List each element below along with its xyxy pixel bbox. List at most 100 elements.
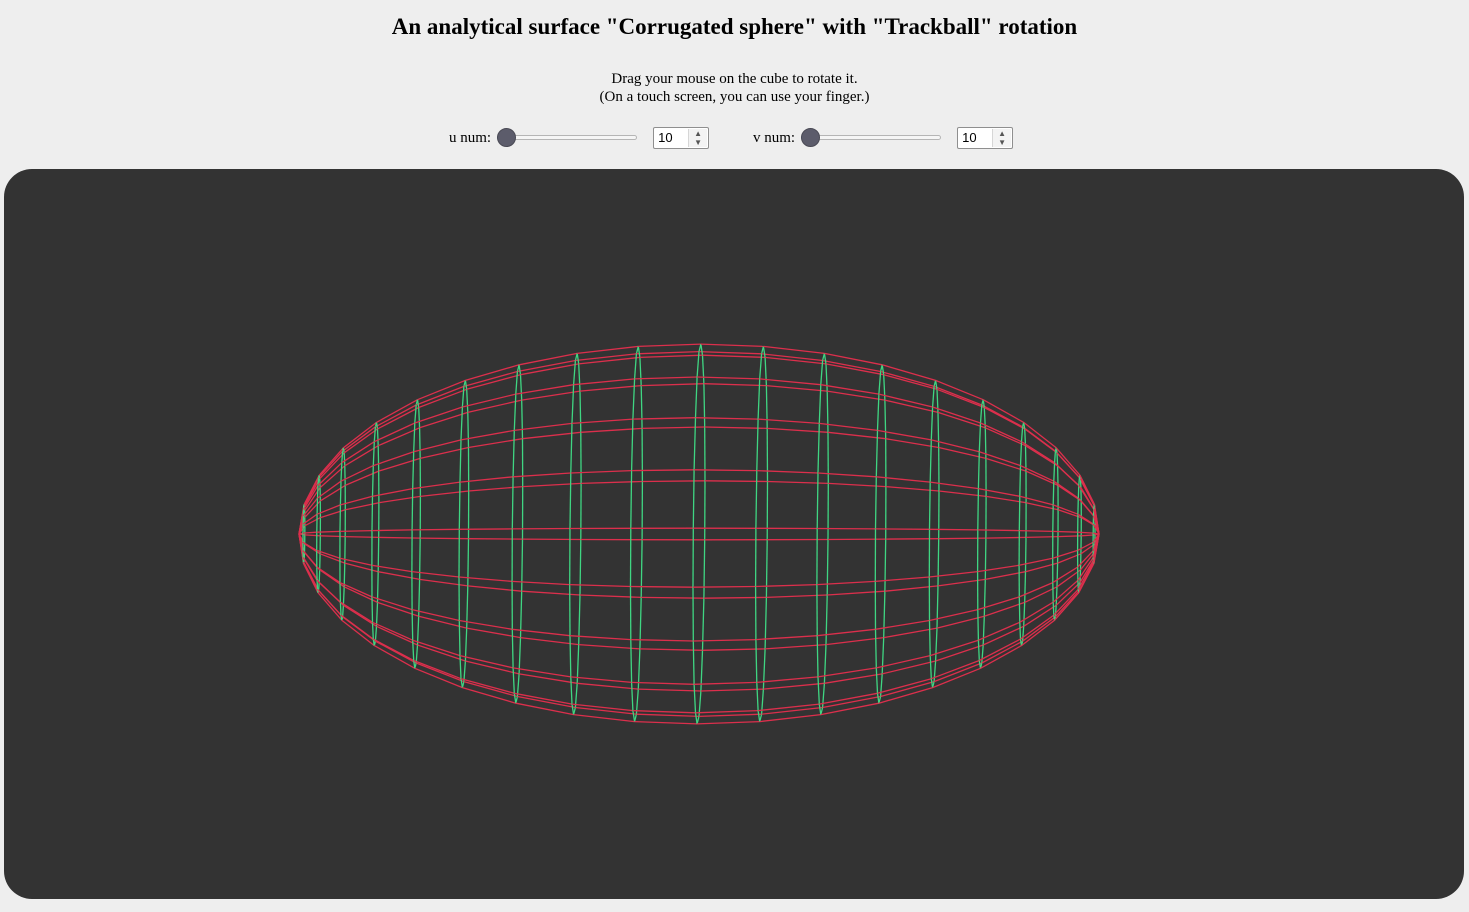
wireframe-u-edge xyxy=(817,667,877,678)
wireframe-u-edge xyxy=(573,378,635,386)
wireframe-u-edge xyxy=(371,529,413,532)
wireframe-u-edge xyxy=(756,469,819,474)
wireframe-u-edge xyxy=(932,406,981,424)
wireframe-v-edge xyxy=(981,644,984,664)
wireframe-u-edge xyxy=(467,585,522,592)
wireframe-v-edge xyxy=(825,363,828,392)
wireframe-u-edge xyxy=(316,530,341,533)
wireframe-v-edge xyxy=(1024,571,1027,603)
spin-down-icon[interactable]: ▼ xyxy=(993,138,1011,147)
wireframe-u-edge xyxy=(375,640,417,664)
wireframe-v-edge xyxy=(513,394,517,431)
wireframe-v-edge xyxy=(460,678,464,688)
wireframe-v-edge xyxy=(823,353,827,364)
u-slider-track xyxy=(497,135,638,140)
wireframe-v-edge xyxy=(571,384,575,424)
wireframe-u-edge xyxy=(339,529,373,533)
wireframe-u-edge xyxy=(938,537,986,540)
wireframe-u-edge xyxy=(885,485,940,492)
spin-up-icon[interactable]: ▲ xyxy=(993,129,1011,138)
wireframe-v-edge xyxy=(372,441,375,466)
u-slider-thumb[interactable] xyxy=(497,128,517,147)
wireframe-u-edge xyxy=(1055,447,1081,476)
wireframe-v-edge xyxy=(512,667,515,694)
wireframe-u-edge xyxy=(462,393,516,408)
wireframe-v-edge xyxy=(977,609,980,641)
wireframe-v-edge xyxy=(1053,462,1056,482)
wireframe-v-edge xyxy=(571,704,575,715)
wireframe-u-edge xyxy=(1024,586,1058,603)
wireframe-u-edge xyxy=(340,465,374,482)
wireframe-u-edge xyxy=(413,659,462,680)
wireframe-v-edge xyxy=(1018,496,1021,531)
wireframe-v-edge xyxy=(879,673,883,697)
wireframe-u-edge xyxy=(692,585,756,588)
wireframe-u-edge xyxy=(521,390,581,401)
wireframe-v-edge xyxy=(632,378,636,420)
wireframe-v-edge xyxy=(762,346,766,358)
wireframe-u-edge xyxy=(937,411,986,429)
wireframe-v-edge xyxy=(513,693,517,704)
u-num-slider[interactable] xyxy=(497,126,638,150)
wireframe-u-edge xyxy=(412,528,460,531)
wireframe-v-edge xyxy=(416,616,420,646)
wireframe-u-edge xyxy=(522,482,582,488)
v-slider-thumb[interactable] xyxy=(801,128,821,147)
wireframe-u-edge xyxy=(1022,616,1056,642)
wireframe-u-edge xyxy=(700,688,764,692)
wireframe-v-edge xyxy=(937,538,940,586)
corrugated-sphere-wireframe[interactable] xyxy=(4,169,1464,899)
wireframe-v-edge xyxy=(762,648,766,690)
wireframe-u-edge xyxy=(376,625,418,646)
wireframe-u-edge xyxy=(758,703,820,712)
wireframe-u-edge xyxy=(317,588,342,616)
wireframe-v-edge xyxy=(765,385,768,429)
wireframe-u-edge xyxy=(700,343,764,348)
u-num-input[interactable]: 10 ▲ ▼ xyxy=(653,127,710,149)
wireframe-u-edge xyxy=(932,667,981,689)
wireframe-v-edge xyxy=(933,660,937,682)
wireframe-v-edge xyxy=(630,470,633,529)
wireframe-u-edge xyxy=(816,580,876,586)
wireframe-u-edge xyxy=(828,482,886,488)
wireframe-v-edge xyxy=(630,419,634,471)
wireframe-v-edge xyxy=(693,684,697,713)
u-num-spinner[interactable]: ▲ ▼ xyxy=(688,129,708,147)
v-num-input[interactable]: 10 ▲ ▼ xyxy=(957,127,1014,149)
wireframe-u-edge xyxy=(931,659,980,680)
wireframe-v-edge xyxy=(703,539,706,599)
spin-down-icon[interactable]: ▼ xyxy=(689,138,707,147)
wireframe-u-edge xyxy=(698,713,762,718)
wireframe-u-edge xyxy=(882,364,936,382)
wireframe-u-edge xyxy=(631,681,695,685)
wireframe-u-edge xyxy=(316,579,341,603)
wireframe-u-edge xyxy=(1077,531,1094,534)
wireframe-u-edge xyxy=(339,582,373,598)
wireframe-u-edge xyxy=(420,490,469,498)
spin-up-icon[interactable]: ▲ xyxy=(689,129,707,138)
wireframe-u-edge xyxy=(698,350,762,355)
v-num-spinner[interactable]: ▲ ▼ xyxy=(992,129,1012,147)
wireframe-v-edge xyxy=(459,439,462,483)
wireframe-u-edge xyxy=(697,720,760,725)
wireframe-u-edge xyxy=(638,343,701,348)
wireframe-u-edge xyxy=(884,585,939,592)
wireframe-v-edge xyxy=(1054,605,1057,617)
wireframe-u-edge xyxy=(765,356,827,365)
wireframe-u-edge xyxy=(345,535,379,539)
wireframe-u-edge xyxy=(372,638,415,662)
wireframe-v-edge xyxy=(928,482,931,530)
wireframe-v-edge xyxy=(341,605,345,617)
wireframe-v-edge xyxy=(418,538,421,580)
instruction-line-2: (On a touch screen, you can use your fin… xyxy=(599,89,870,105)
wireframe-v-edge xyxy=(630,639,633,683)
wireframe-v-edge xyxy=(376,571,379,603)
wireframe-u-edge xyxy=(634,376,698,380)
wireframe-u-edge xyxy=(317,592,343,621)
wireframe-v-edge xyxy=(632,710,636,722)
v-num-slider[interactable] xyxy=(801,126,942,150)
wireframe-v-edge xyxy=(816,635,819,677)
surface-canvas[interactable] xyxy=(4,169,1464,899)
wireframe-u-edge xyxy=(1019,529,1053,533)
wireframe-u-edge xyxy=(372,621,413,641)
